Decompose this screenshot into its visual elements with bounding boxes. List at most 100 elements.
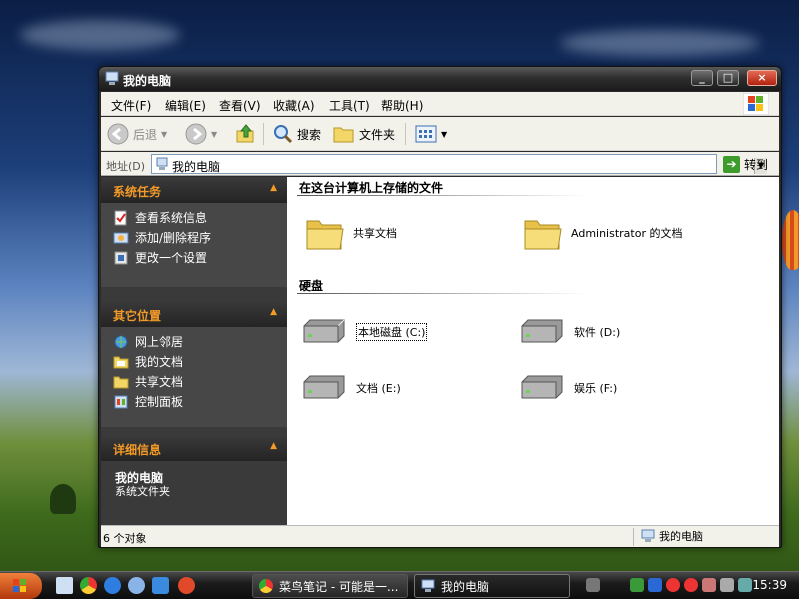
address-input[interactable]: 我的电脑 ▼ (151, 154, 767, 174)
network-status-icon[interactable] (738, 578, 752, 592)
menu-tools[interactable]: 工具(T) (329, 97, 370, 114)
place-label: 网上邻居 (135, 335, 184, 349)
toolbar-divider (405, 123, 406, 145)
forward-button[interactable]: ▼ (185, 122, 217, 146)
status-location-label: 我的电脑 (659, 530, 703, 543)
go-button[interactable]: ➔ 转到 (723, 154, 768, 174)
task-add-remove-programs[interactable]: 添加/删除程序 (113, 229, 211, 246)
computer-icon (421, 579, 435, 592)
toolbar: 后退 ▼ ▼ 搜索 文件夹 ▼ (101, 117, 779, 151)
place-label: 共享文档 (135, 375, 184, 389)
view-mode-button[interactable]: ▼ (415, 122, 447, 146)
documents-icon (113, 356, 129, 368)
security-shield-icon[interactable] (630, 578, 644, 592)
menu-view[interactable]: 查看(V) (219, 97, 261, 114)
chevron-down-icon: ▼ (441, 129, 448, 139)
menu-help[interactable]: 帮助(H) (381, 97, 423, 114)
desktop-cloud (20, 20, 180, 50)
app-icon[interactable] (178, 577, 195, 594)
up-folder-button[interactable] (235, 122, 257, 146)
app-icon[interactable] (152, 577, 169, 594)
taskbar-item-label: 菜鸟笔记 - 可能是一... (279, 579, 399, 594)
computer-icon (156, 157, 168, 170)
my-computer-window: 我的电脑 _ □ × 文件(F) 编辑(E) 查看(V) 收藏(A) 工具(T)… (98, 66, 782, 548)
menu-file[interactable]: 文件(F) (111, 97, 151, 114)
drive-c[interactable]: 本地磁盘 (C:) (300, 318, 428, 346)
system-tray: 15:39 (586, 572, 799, 599)
system-tasks-header[interactable]: 系统任务 ▲ (101, 177, 287, 203)
system-info-icon (114, 210, 127, 225)
desktop-tree (50, 484, 76, 514)
place-control-panel[interactable]: 控制面板 (113, 393, 183, 410)
group-divider (297, 293, 587, 294)
menu-favorites[interactable]: 收藏(A) (273, 97, 315, 114)
windows-flag-icon (13, 579, 26, 592)
qq-icon[interactable] (684, 578, 698, 592)
place-label: 我的文档 (135, 355, 184, 369)
hard-drive-icon (521, 319, 563, 343)
details-header[interactable]: 详细信息 ▲ (101, 435, 287, 461)
menu-edit[interactable]: 编辑(E) (165, 97, 206, 114)
tray-app-icon[interactable] (702, 578, 716, 592)
start-button[interactable] (0, 573, 42, 599)
taskbar-item-chrome[interactable]: 菜鸟笔记 - 可能是一... (252, 574, 408, 598)
task-label: 更改一个设置 (135, 251, 208, 265)
settings-icon (114, 251, 128, 264)
forward-arrow-icon (185, 123, 207, 145)
computer-icon (105, 71, 119, 85)
drive-e[interactable]: 文档 (E:) (300, 374, 401, 402)
drive-f[interactable]: 娱乐 (F:) (518, 374, 617, 402)
place-network[interactable]: 网上邻居 (113, 333, 183, 350)
task-view-system-info[interactable]: 查看系统信息 (113, 209, 207, 226)
hard-drive-icon (521, 375, 563, 399)
collapse-icon[interactable]: ▲ (270, 183, 277, 193)
internet-explorer-icon[interactable] (104, 577, 121, 594)
hard-drive-icon (303, 319, 345, 343)
volume-icon[interactable] (720, 578, 734, 592)
task-change-setting[interactable]: 更改一个设置 (113, 249, 207, 266)
files-group-heading: 在这台计算机上存储的文件 (299, 181, 444, 195)
keyboard-icon[interactable] (586, 578, 600, 592)
collapse-icon[interactable]: ▲ (270, 307, 277, 317)
back-button[interactable]: 后退 ▼ (107, 122, 167, 146)
control-panel-icon (114, 395, 128, 408)
collapse-icon[interactable]: ▲ (270, 441, 277, 451)
item-label: 软件 (D:) (574, 326, 621, 339)
chrome-icon[interactable] (80, 577, 97, 594)
title-bar[interactable]: 我的电脑 _ □ × (99, 67, 781, 91)
other-places-title: 其它位置 (113, 309, 162, 323)
qq-icon[interactable] (666, 578, 680, 592)
taskbar-item-label: 我的电脑 (441, 579, 490, 594)
folder-shared-documents[interactable]: 共享文档 (305, 213, 397, 253)
browser-icon[interactable] (128, 577, 145, 594)
search-label: 搜索 (297, 127, 322, 142)
details-panel: 我的电脑 系统文件夹 (101, 461, 287, 525)
folder-administrator-documents[interactable]: Administrator 的文档 (523, 213, 682, 253)
item-label: 共享文档 (353, 227, 397, 240)
taskbar: 菜鸟笔记 - 可能是一... 我的电脑 15:39 (0, 571, 799, 599)
maximize-button[interactable]: □ (717, 70, 739, 86)
tray-app-icon[interactable] (648, 578, 662, 592)
folder-icon (306, 220, 344, 250)
task-label: 查看系统信息 (135, 211, 208, 225)
network-icon (114, 335, 128, 348)
place-label: 控制面板 (135, 395, 184, 409)
folders-button[interactable]: 文件夹 (333, 122, 395, 146)
place-my-documents[interactable]: 我的文档 (113, 353, 183, 370)
show-desktop-icon[interactable] (56, 577, 73, 594)
search-icon (274, 125, 293, 144)
place-shared-documents[interactable]: 共享文档 (113, 373, 183, 390)
close-button[interactable]: × (747, 70, 777, 86)
back-label: 后退 (133, 127, 158, 142)
other-places-header[interactable]: 其它位置 ▲ (101, 301, 287, 327)
status-divider (633, 528, 634, 546)
drive-d[interactable]: 软件 (D:) (518, 318, 620, 346)
taskbar-item-my-computer[interactable]: 我的电脑 (414, 574, 570, 598)
desktop-cloud (560, 30, 760, 56)
folder-icon (333, 127, 354, 143)
minimize-button[interactable]: _ (691, 70, 713, 86)
group-divider (297, 195, 587, 196)
window-title: 我的电脑 (123, 74, 172, 88)
search-button[interactable]: 搜索 (273, 122, 321, 146)
task-label: 添加/删除程序 (135, 231, 212, 245)
